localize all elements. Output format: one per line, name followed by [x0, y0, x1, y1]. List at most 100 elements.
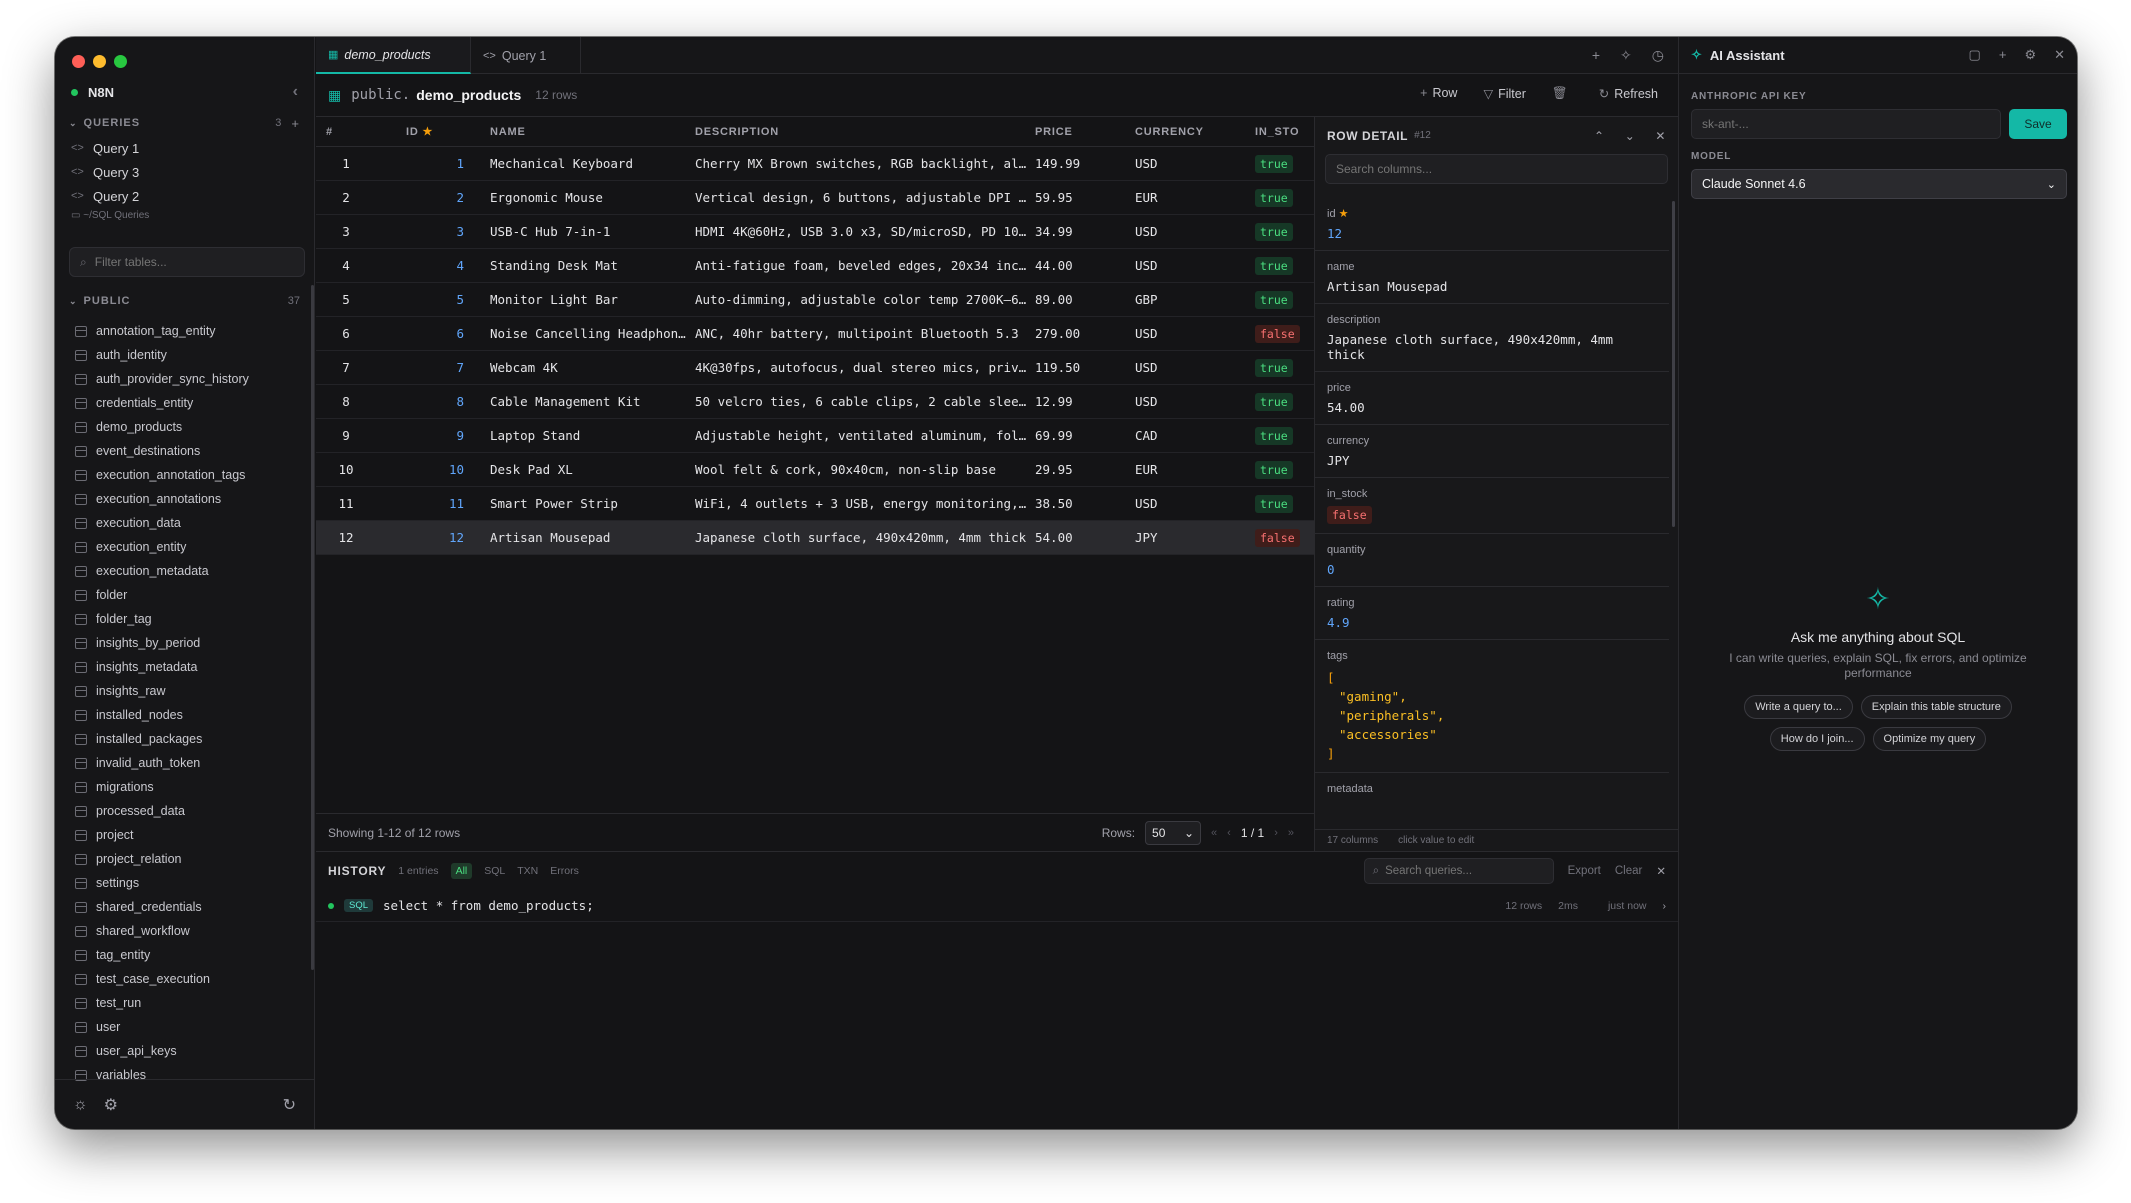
- search-columns-field[interactable]: [1325, 154, 1668, 184]
- cell-id[interactable]: 4: [384, 258, 480, 273]
- search-queries-input[interactable]: [1385, 865, 1546, 877]
- table-row[interactable]: 8 8 Cable Management Kit 50 velcro ties, 6 …: [316, 385, 1314, 419]
- cell-in-stock[interactable]: true: [1255, 154, 1314, 173]
- cell-price[interactable]: 119.50: [1035, 360, 1135, 375]
- column-header-price[interactable]: PRICE: [1035, 126, 1135, 138]
- sidebar-table-item[interactable]: installed_nodes: [55, 703, 307, 727]
- history-filter-all[interactable]: All: [450, 863, 473, 879]
- cell-currency[interactable]: GBP: [1135, 292, 1255, 307]
- cell-id[interactable]: 11: [384, 496, 480, 511]
- sidebar-table-item[interactable]: project: [55, 823, 307, 847]
- cell-name[interactable]: Standing Desk Mat: [480, 258, 695, 273]
- cell-in-stock[interactable]: true: [1255, 494, 1314, 513]
- search-queries-field[interactable]: ⌕: [1363, 858, 1554, 884]
- field-value[interactable]: JPY: [1327, 453, 1657, 468]
- cell-currency[interactable]: USD: [1135, 156, 1255, 171]
- refresh-button[interactable]: ↻ Refresh: [1599, 86, 1658, 101]
- sidebar-table-item[interactable]: execution_data: [55, 511, 307, 535]
- sidebar-table-item[interactable]: execution_annotation_tags: [55, 463, 307, 487]
- close-icon[interactable]: ✕: [2054, 47, 2065, 63]
- table-row[interactable]: 5 5 Monitor Light Bar Auto-dimming, adjusta…: [316, 283, 1314, 317]
- cell-id[interactable]: 9: [384, 428, 480, 443]
- cell-currency[interactable]: USD: [1135, 496, 1255, 511]
- sidebar-table-item[interactable]: installed_packages: [55, 727, 307, 751]
- tab-query-1[interactable]: <> Query 1: [471, 37, 581, 74]
- query-item[interactable]: <> Query 1: [71, 137, 139, 159]
- close-icon[interactable]: ✕: [1655, 129, 1666, 143]
- cell-name[interactable]: Ergonomic Mouse: [480, 190, 695, 205]
- api-key-field[interactable]: [1691, 109, 2001, 139]
- sidebar-table-item[interactable]: project_relation: [55, 847, 307, 871]
- sidebar-table-item[interactable]: credentials_entity: [55, 391, 307, 415]
- queries-section-header[interactable]: ⌄ QUERIES 3 +: [69, 113, 300, 133]
- cell-description[interactable]: 4K@30fps, autofocus, dual stereo mics, p…: [695, 360, 1035, 375]
- refresh-icon[interactable]: ↻: [283, 1095, 296, 1115]
- cell-price[interactable]: 279.00: [1035, 326, 1135, 341]
- table-row[interactable]: 11 11 Smart Power Strip WiFi, 4 outlets + 3…: [316, 487, 1314, 521]
- field-value[interactable]: Japanese cloth surface, 490x420mm, 4mm t…: [1327, 332, 1657, 362]
- cell-price[interactable]: 89.00: [1035, 292, 1135, 307]
- sql-queries-folder[interactable]: ▭ ~/SQL Queries: [71, 210, 149, 221]
- close-window-button[interactable]: [72, 55, 85, 68]
- cell-in-stock[interactable]: true: [1255, 392, 1314, 411]
- sidebar-table-item[interactable]: user_api_keys: [55, 1039, 307, 1063]
- next-page-button[interactable]: ›: [1274, 827, 1278, 839]
- sidebar-table-item[interactable]: invalid_auth_token: [55, 751, 307, 775]
- new-chat-icon[interactable]: +: [1999, 47, 2007, 63]
- clear-button[interactable]: Clear: [1615, 865, 1642, 877]
- sidebar-table-item[interactable]: demo_products: [55, 415, 307, 439]
- table-row[interactable]: 1 1 Mechanical Keyboard Cherry MX Brown swi…: [316, 147, 1314, 181]
- cell-in-stock[interactable]: true: [1255, 290, 1314, 309]
- suggestion-join[interactable]: How do I join...: [1769, 727, 1865, 751]
- field-value[interactable]: 54.00: [1327, 400, 1657, 415]
- cell-description[interactable]: Auto-dimming, adjustable color temp 2700…: [695, 292, 1035, 307]
- sidebar-table-item[interactable]: folder: [55, 583, 307, 607]
- cell-description[interactable]: Vertical design, 6 buttons, adjustable D…: [695, 190, 1035, 205]
- field-value[interactable]: Artisan Mousepad: [1327, 279, 1657, 294]
- sidebar-table-item[interactable]: user: [55, 1015, 307, 1039]
- sidebar-table-item[interactable]: insights_by_period: [55, 631, 307, 655]
- cell-name[interactable]: Laptop Stand: [480, 428, 695, 443]
- column-header-id[interactable]: ID ★: [384, 125, 480, 138]
- save-button[interactable]: Save: [2009, 109, 2067, 139]
- table-row[interactable]: 2 2 Ergonomic Mouse Vertical design, 6 butt…: [316, 181, 1314, 215]
- field-value[interactable]: false: [1327, 506, 1372, 524]
- sidebar-table-item[interactable]: test_case_execution: [55, 967, 307, 991]
- add-query-icon[interactable]: +: [291, 116, 300, 131]
- field-value[interactable]: 12: [1327, 226, 1657, 241]
- sidebar-table-item[interactable]: tag_entity: [55, 943, 307, 967]
- field-value[interactable]: 0: [1327, 562, 1657, 577]
- cell-name[interactable]: Desk Pad XL: [480, 462, 695, 477]
- cell-in-stock[interactable]: true: [1255, 358, 1314, 377]
- cell-currency[interactable]: USD: [1135, 224, 1255, 239]
- close-icon[interactable]: ✕: [1656, 864, 1666, 878]
- cell-currency[interactable]: EUR: [1135, 462, 1255, 477]
- sidebar-table-item[interactable]: execution_metadata: [55, 559, 307, 583]
- sidebar-table-item[interactable]: auth_provider_sync_history: [55, 367, 307, 391]
- table-row[interactable]: 12 12 Artisan Mousepad Japanese cloth surfa…: [316, 521, 1314, 555]
- sidebar-table-item[interactable]: migrations: [55, 775, 307, 799]
- cell-price[interactable]: 44.00: [1035, 258, 1135, 273]
- theme-icon[interactable]: ☼: [73, 1096, 88, 1114]
- cell-in-stock[interactable]: true: [1255, 426, 1314, 445]
- gear-icon[interactable]: ⚙: [2024, 47, 2036, 63]
- ai-sparkle-icon[interactable]: ✧: [1620, 47, 1632, 64]
- cell-id[interactable]: 10: [384, 462, 480, 477]
- sidebar-table-item[interactable]: shared_workflow: [55, 919, 307, 943]
- table-row[interactable]: 9 9 Laptop Stand Adjustable height, ventila…: [316, 419, 1314, 453]
- cell-name[interactable]: Smart Power Strip: [480, 496, 695, 511]
- cell-name[interactable]: Cable Management Kit: [480, 394, 695, 409]
- column-header-description[interactable]: DESCRIPTION: [695, 126, 1035, 138]
- cell-price[interactable]: 12.99: [1035, 394, 1135, 409]
- cell-description[interactable]: Japanese cloth surface, 490x420mm, 4mm t…: [695, 530, 1035, 545]
- cell-name[interactable]: Noise Cancelling Headphones: [480, 326, 695, 341]
- cell-price[interactable]: 34.99: [1035, 224, 1135, 239]
- cell-price[interactable]: 59.95: [1035, 190, 1135, 205]
- cell-name[interactable]: Webcam 4K: [480, 360, 695, 375]
- first-page-button[interactable]: «: [1211, 827, 1217, 839]
- filter-button[interactable]: ▽ Filter: [1483, 86, 1525, 101]
- history-filter-sql[interactable]: SQL: [484, 865, 505, 877]
- cell-description[interactable]: 50 velcro ties, 6 cable clips, 2 cable s…: [695, 394, 1035, 409]
- suggestion-optimize[interactable]: Optimize my query: [1872, 727, 1987, 751]
- cell-currency[interactable]: JPY: [1135, 530, 1255, 545]
